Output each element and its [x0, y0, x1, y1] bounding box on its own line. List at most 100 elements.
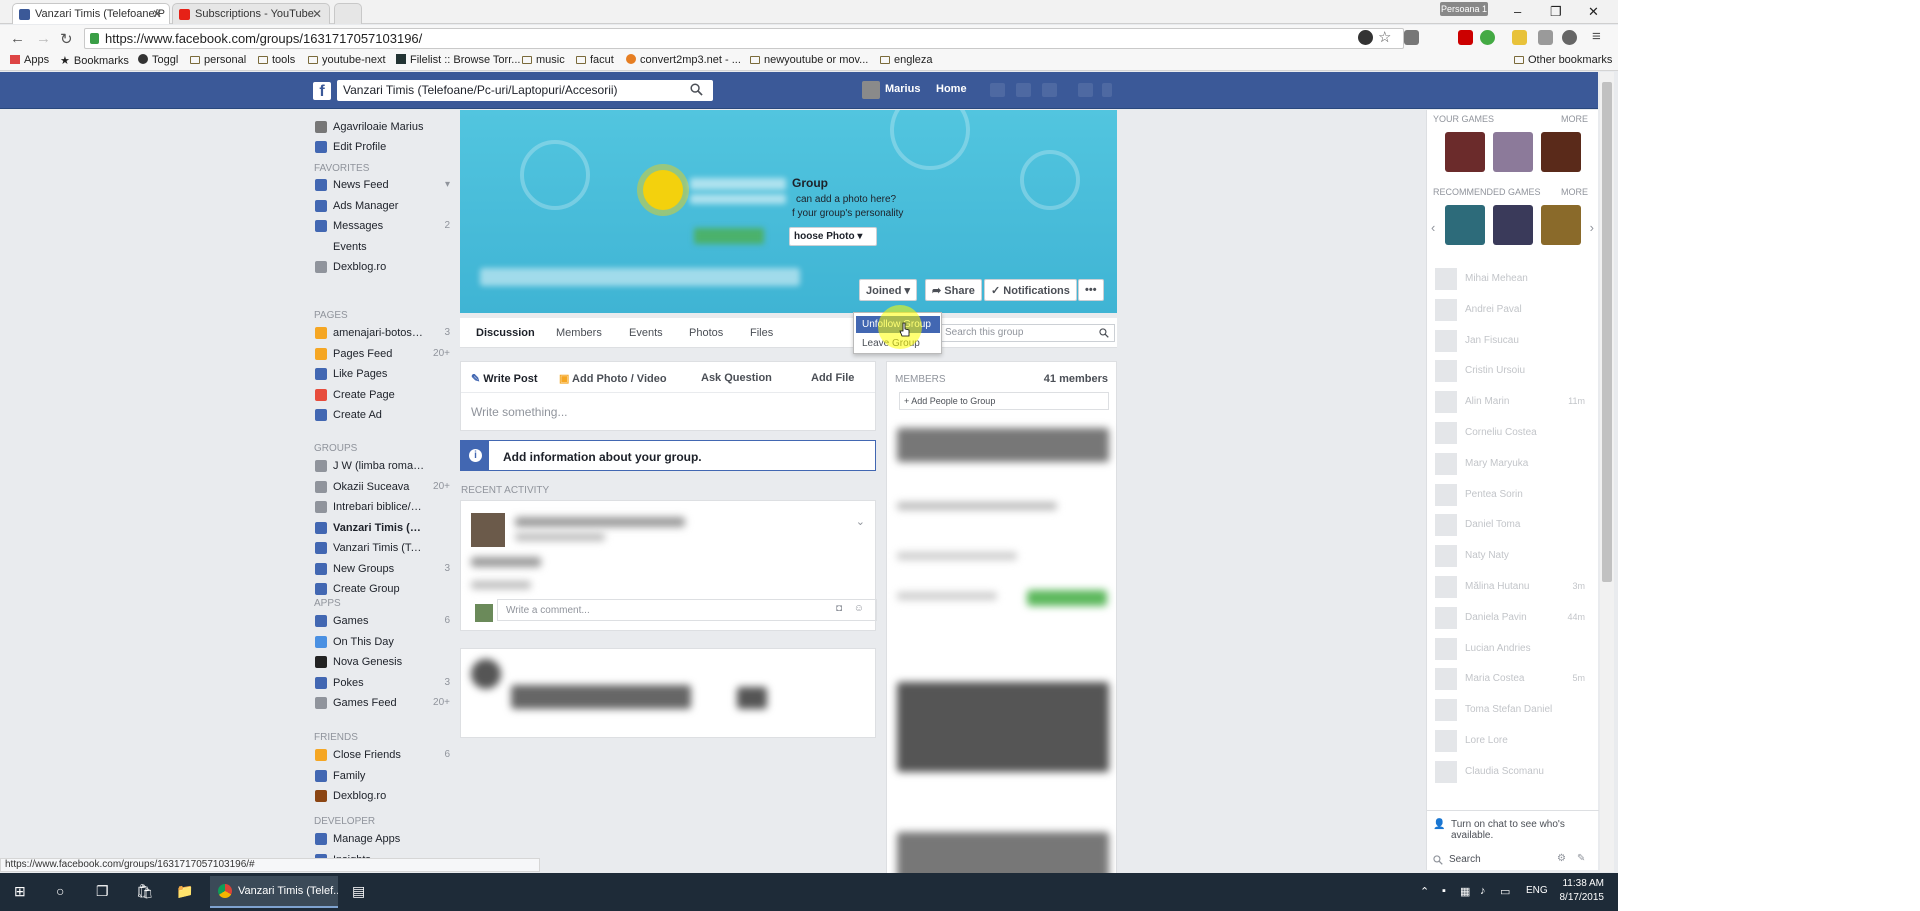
other-bookmarks[interactable]: Other bookmarks: [1514, 54, 1612, 66]
add-photo-video-tab[interactable]: ▣ Add Photo / Video: [559, 372, 667, 385]
notifications-globe-icon[interactable]: [1042, 83, 1057, 97]
chat-contact[interactable]: Mihai Mehean: [1435, 268, 1595, 290]
bookmark-folder[interactable]: personal: [190, 54, 246, 66]
bookmark-folder[interactable]: tools: [258, 54, 295, 66]
sidebar-item-app[interactable]: On This Day: [310, 633, 450, 651]
extension-icon[interactable]: [1358, 30, 1373, 45]
chat-contact[interactable]: Mălina Hutanu 3m: [1435, 576, 1595, 598]
members-count[interactable]: 41 members: [1044, 373, 1108, 385]
extension-icon[interactable]: [1480, 30, 1495, 45]
sidebar-item-app[interactable]: Nova Genesis: [310, 653, 450, 671]
chevron-left-icon[interactable]: ‹: [1431, 220, 1435, 235]
more-options-button[interactable]: •••: [1078, 279, 1104, 301]
search-icon[interactable]: [1099, 328, 1109, 338]
file-explorer-icon[interactable]: 📁: [176, 883, 193, 900]
windows-start-icon[interactable]: ⊞: [14, 883, 26, 900]
sidebar-item-developer[interactable]: Manage Apps: [310, 830, 450, 848]
notification-center-icon[interactable]: ▭: [1500, 885, 1510, 898]
sidebar-item-page[interactable]: amenajari-botosani... 3: [310, 324, 450, 342]
sidebar-item-group[interactable]: New Groups 3: [310, 560, 450, 578]
sidebar-item-friend-list[interactable]: Close Friends 6: [310, 746, 450, 764]
profile-link[interactable]: Marius: [885, 83, 920, 95]
extension-icon[interactable]: [1458, 30, 1473, 45]
bookmark-convert2mp3[interactable]: convert2mp3.net - ...: [626, 54, 741, 66]
chat-contact[interactable]: Maria Costea 5m: [1435, 668, 1595, 691]
sidebar-item-page[interactable]: Create Page: [310, 386, 450, 404]
sidebar-item-group[interactable]: Intrebari biblice/Bi...: [310, 498, 450, 516]
chat-contact[interactable]: Corneliu Costea: [1435, 422, 1595, 444]
tab-youtube[interactable]: Subscriptions - YouTube ✕: [172, 3, 330, 24]
close-tab-icon[interactable]: ✕: [152, 7, 162, 21]
write-something-input[interactable]: Write something...: [471, 405, 567, 419]
taskbar-chrome-window[interactable]: Vanzari Timis (Telef...: [210, 876, 338, 908]
mail-icon[interactable]: [1404, 30, 1419, 45]
add-info-banner[interactable]: i Add information about your group.: [460, 440, 876, 471]
chat-contact[interactable]: Jan Fisucau: [1435, 329, 1595, 352]
restore-icon[interactable]: ❐: [1550, 4, 1562, 20]
sidebar-item-page[interactable]: Create Ad: [310, 406, 450, 424]
tab-photos[interactable]: Photos: [689, 327, 723, 339]
facebook-logo-icon[interactable]: f: [313, 82, 331, 100]
sidebar-item-group[interactable]: Okazii Suceava 20+: [310, 478, 450, 496]
network-icon[interactable]: ▦: [1460, 885, 1470, 898]
joined-button[interactable]: Joined ▾: [859, 279, 918, 301]
gear-icon[interactable]: ⚙: [1557, 853, 1566, 864]
avatar[interactable]: [862, 81, 880, 99]
minimize-icon[interactable]: –: [1514, 4, 1521, 19]
task-view-icon[interactable]: ❐: [96, 883, 109, 900]
taskbar-clock[interactable]: 11:38 AM 8/17/2015: [1560, 877, 1605, 905]
sidebar-item-page[interactable]: Pages Feed 20+: [310, 345, 450, 363]
bookmark-filelist[interactable]: Filelist :: Browse Torr...: [396, 54, 520, 66]
chat-search-input[interactable]: Search: [1449, 854, 1481, 865]
tab-members[interactable]: Members: [556, 327, 602, 339]
chat-contact[interactable]: Daniel Toma: [1435, 514, 1595, 537]
tab-files[interactable]: Files: [750, 327, 773, 339]
bookmark-folder[interactable]: newyoutube or mov...: [750, 54, 868, 66]
chat-contact[interactable]: Lucian Andries: [1435, 637, 1595, 660]
page-scrollbar[interactable]: [1600, 72, 1614, 872]
game-thumbnail[interactable]: [1493, 132, 1533, 172]
extension-icon[interactable]: [1512, 30, 1527, 45]
game-thumbnail[interactable]: [1445, 205, 1485, 245]
tab-discussion[interactable]: Discussion: [476, 327, 535, 339]
sidebar-item-favorite[interactable]: Dexblog.ro: [310, 258, 450, 276]
share-button[interactable]: ➦ Share: [925, 279, 982, 301]
sidebar-profile[interactable]: Agavriloaie Marius: [310, 118, 450, 136]
compose-icon[interactable]: ✎: [1577, 853, 1585, 864]
bookmark-bookmarks[interactable]: ★ Bookmarks: [60, 54, 129, 67]
privacy-shortcuts-icon[interactable]: [1078, 83, 1093, 97]
search-group-input[interactable]: Search this group: [940, 324, 1115, 342]
write-post-tab[interactable]: ✎ Write Post: [471, 372, 537, 385]
comment-input[interactable]: Write a comment... ◘ ☺: [497, 599, 877, 621]
add-people-input[interactable]: + Add People to Group: [899, 392, 1109, 410]
sidebar-item-group[interactable]: J W (limba romana): [310, 457, 450, 475]
sidebar-item-favorite[interactable]: Messages 2: [310, 217, 450, 235]
more-link[interactable]: MORE: [1561, 114, 1588, 124]
close-tab-icon[interactable]: ✕: [312, 7, 322, 21]
store-icon[interactable]: 🛍: [136, 883, 154, 900]
profile-badge[interactable]: Persoana 1: [1440, 2, 1488, 16]
chat-contact[interactable]: Cristin Ursoiu: [1435, 360, 1595, 383]
facebook-search-input[interactable]: Vanzari Timis (Telefoane/Pc-uri/Laptopur…: [337, 80, 713, 101]
sidebar-item-app[interactable]: Games 6: [310, 612, 450, 630]
tab-facebook[interactable]: Vanzari Timis (Telefoane/P ✕: [12, 3, 170, 24]
more-link[interactable]: MORE: [1561, 187, 1588, 197]
game-thumbnail[interactable]: [1541, 205, 1581, 245]
chat-contact[interactable]: Lore Lore: [1435, 730, 1595, 752]
bookmark-folder[interactable]: facut: [576, 54, 614, 66]
account-menu-icon[interactable]: [1102, 83, 1112, 97]
sidebar-item-friend-list[interactable]: Family: [310, 767, 450, 785]
bookmark-folder[interactable]: youtube-next: [308, 54, 386, 66]
sidebar-item-favorite[interactable]: Ads Manager: [310, 197, 450, 215]
emoji-icon[interactable]: ☺: [854, 603, 864, 614]
chevron-up-icon[interactable]: ⌃: [1420, 885, 1429, 898]
reload-icon[interactable]: ↻: [60, 30, 73, 48]
scrollbar-thumb[interactable]: [1602, 82, 1612, 582]
sidebar-item-favorite[interactable]: Events: [310, 238, 450, 256]
address-bar[interactable]: https://www.facebook.com/groups/16317170…: [84, 28, 1404, 49]
sidebar-item-group[interactable]: Create Group: [310, 580, 450, 598]
game-thumbnail[interactable]: [1445, 132, 1485, 172]
tab-events[interactable]: Events: [629, 327, 663, 339]
chat-off-text[interactable]: Turn on chat to see who's available.: [1451, 819, 1591, 841]
bookmark-toggl[interactable]: Toggl: [138, 54, 178, 66]
